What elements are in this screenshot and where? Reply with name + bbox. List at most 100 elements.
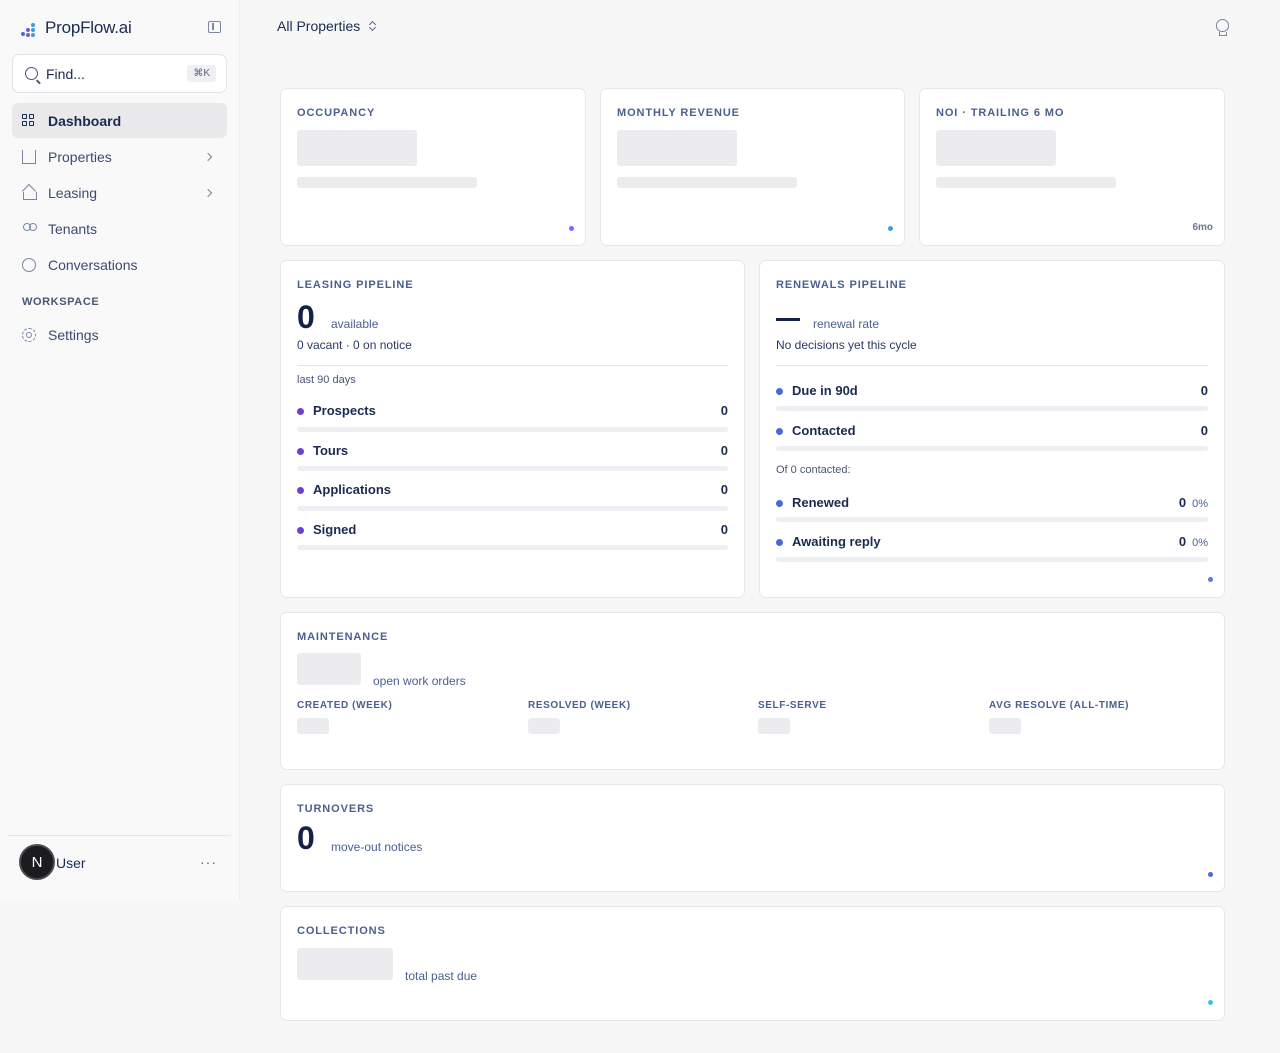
prospects-dot (297, 408, 304, 415)
awaiting-reply-value: 0 0% (1179, 534, 1208, 549)
applications-bar (297, 506, 728, 511)
awaiting-reply-dot (776, 539, 783, 546)
card-title: RENEWALS PIPELINE (776, 279, 907, 291)
awaiting-reply-count: 0 (1178, 534, 1187, 549)
workspace-section-label: WORKSPACE (22, 296, 100, 308)
awaiting-reply-percent: 0% (1192, 537, 1208, 549)
renewal-rate-empty-value (776, 318, 800, 321)
period-label: last 90 days (297, 374, 356, 386)
divider (776, 365, 1208, 366)
chevron-right-icon (203, 188, 213, 197)
sidebar-item-dashboard[interactable]: Dashboard (12, 103, 227, 138)
contacted-value: 0 (1200, 423, 1208, 438)
due-in-90d-bar (776, 406, 1208, 411)
chevron-right-icon (203, 152, 213, 161)
sidebar-item-label: Conversations (48, 256, 138, 273)
noi-card[interactable]: NOI · TRAILING 6 MO 6mo (919, 88, 1225, 246)
applications-dot (297, 487, 304, 494)
search-placeholder: Find... (46, 65, 85, 82)
loading-skeleton (297, 177, 477, 188)
avg-resolve-label: AVG RESOLVE (ALL-TIME) (989, 700, 1130, 711)
contacted-subheading: Of 0 contacted: (776, 464, 851, 476)
due-in-90d-label: Due in 90d (792, 383, 858, 398)
sidebar-item-label: Leasing (48, 184, 98, 201)
tours-bar (297, 466, 728, 471)
chat-icon (22, 257, 36, 272)
brand-name: PropFlow.ai (45, 18, 132, 37)
tours-label: Tours (313, 443, 349, 458)
maintenance-card[interactable]: MAINTENANCE open work orders CREATED (WE… (280, 612, 1225, 770)
occupancy-card[interactable]: OCCUPANCY (280, 88, 586, 246)
status-dot (569, 226, 574, 231)
loading-skeleton (617, 177, 797, 188)
renewed-label: Renewed (792, 495, 850, 510)
vacancy-summary: 0 vacant · 0 on notice (297, 338, 412, 352)
renewed-percent: 0% (1192, 498, 1208, 510)
search-shortcut-badge: ⌘K (187, 65, 216, 82)
brand-logo[interactable]: PropFlow.ai (20, 16, 132, 40)
gear-icon (22, 327, 36, 342)
sidebar-collapse-icon[interactable] (208, 21, 221, 33)
renewed-count: 0 (1178, 495, 1187, 510)
self-serve-label: SELF-SERVE (758, 700, 827, 711)
resolved-week-label: RESOLVED (WEEK) (528, 700, 631, 711)
renewed-bar (776, 517, 1208, 522)
sidebar-item-properties[interactable]: Properties (12, 139, 227, 174)
sidebar-item-settings[interactable]: Settings (12, 317, 227, 352)
applications-value: 0 (720, 482, 728, 497)
card-title: MONTHLY REVENUE (617, 107, 740, 119)
divider (297, 365, 728, 366)
avatar[interactable]: N (19, 844, 55, 880)
sidebar-item-conversations[interactable]: Conversations (12, 247, 227, 282)
move-out-caption: move-out notices (331, 840, 423, 854)
loading-skeleton (758, 718, 790, 734)
monthly-revenue-card[interactable]: MONTHLY REVENUE (600, 88, 905, 246)
sidebar-item-leasing[interactable]: Leasing (12, 175, 227, 210)
loading-skeleton (936, 130, 1056, 166)
prospects-label: Prospects (313, 403, 376, 418)
property-selector[interactable]: All Properties (277, 18, 376, 34)
card-title: NOI · TRAILING 6 MO (936, 107, 1065, 119)
renewals-pipeline-card[interactable]: RENEWALS PIPELINE renewal rate No decisi… (759, 260, 1225, 598)
sidebar-item-label: Tenants (48, 220, 98, 237)
property-selector-label: All Properties (277, 18, 361, 34)
card-title: OCCUPANCY (297, 107, 376, 119)
loading-skeleton (936, 177, 1116, 188)
chevron-up-down-icon (369, 20, 376, 32)
tours-value: 0 (720, 443, 728, 458)
applications-label: Applications (313, 482, 392, 497)
loading-skeleton (297, 718, 329, 734)
sidebar-item-tenants[interactable]: Tenants (12, 211, 227, 246)
due-in-90d-value: 0 (1200, 383, 1208, 398)
contacted-label: Contacted (792, 423, 856, 438)
available-count: 0 (297, 299, 315, 335)
user-menu[interactable]: N User ··· (8, 835, 231, 900)
sidebar-item-label: Settings (48, 326, 99, 343)
available-caption: available (331, 317, 379, 331)
search-input[interactable]: Find... ⌘K (12, 54, 227, 93)
grid-icon (22, 113, 36, 128)
awaiting-reply-bar (776, 557, 1208, 562)
home-icon (22, 186, 37, 200)
loading-skeleton (528, 718, 560, 734)
past-due-caption: total past due (405, 969, 478, 983)
due-in-90d-dot (776, 388, 783, 395)
turnovers-card[interactable]: TURNOVERS 0 move-out notices (280, 784, 1225, 892)
user-name: User (56, 855, 86, 871)
leasing-pipeline-card[interactable]: LEASING PIPELINE 0 available 0 vacant · … (280, 260, 745, 598)
card-title: COLLECTIONS (297, 925, 386, 937)
move-out-count: 0 (297, 820, 315, 856)
collections-card[interactable]: COLLECTIONS total past due (280, 906, 1225, 1021)
card-title: TURNOVERS (297, 803, 375, 815)
signed-label: Signed (313, 522, 357, 537)
lightbulb-icon[interactable] (1216, 19, 1229, 36)
signed-dot (297, 527, 304, 534)
contacted-dot (776, 428, 783, 435)
period-label: 6mo (1192, 222, 1213, 233)
renewed-dot (776, 500, 783, 507)
signed-bar (297, 545, 728, 550)
tours-dot (297, 448, 304, 455)
contacted-bar (776, 446, 1208, 451)
propflow-logo-icon (20, 18, 40, 38)
more-options-icon[interactable]: ··· (200, 854, 217, 870)
